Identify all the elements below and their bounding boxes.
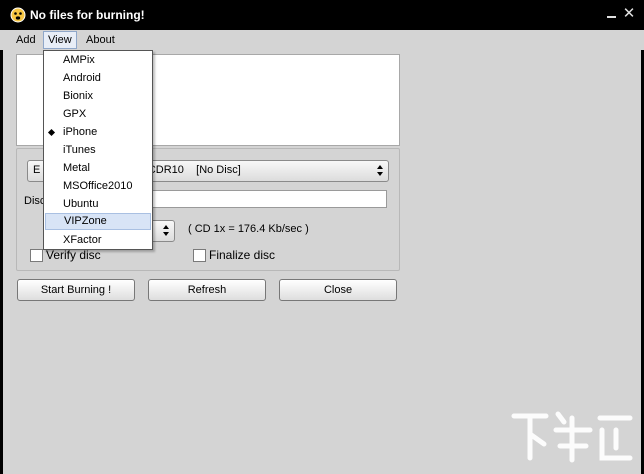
view-menu-item-ubuntu[interactable]: Ubuntu xyxy=(45,196,151,213)
verify-disc-label: Verify disc xyxy=(46,248,101,262)
menu-bar: Add View About xyxy=(0,30,644,50)
view-menu-item-metal[interactable]: Metal xyxy=(45,160,151,177)
view-menu-item-xfactor[interactable]: XFactor xyxy=(45,232,151,249)
menu-about[interactable]: About xyxy=(82,32,119,48)
finalize-disc-label: Finalize disc xyxy=(209,248,276,262)
minimize-button[interactable] xyxy=(604,6,620,22)
start-burning-button[interactable]: Start Burning ! xyxy=(17,279,135,301)
watermark-logo-icon xyxy=(511,411,633,463)
view-menu-item-gpx[interactable]: GPX xyxy=(45,106,151,123)
menu-view[interactable]: View xyxy=(43,31,77,49)
title-bar[interactable]: No files for burning! ✕ xyxy=(0,0,644,30)
spin-arrows-icon xyxy=(376,163,386,179)
view-menu-dropdown: AMPix Android Bionix GPX iPhone iTunes M… xyxy=(43,50,153,250)
view-menu-item-iphone[interactable]: iPhone xyxy=(45,124,151,141)
speed-note: ( CD 1x = 176.4 Kb/sec ) xyxy=(188,223,309,235)
view-menu-item-msoffice2010[interactable]: MSOffice2010 xyxy=(45,178,151,195)
close-window-button[interactable]: ✕ xyxy=(621,6,637,22)
verify-disc-checkbox[interactable] xyxy=(30,249,43,262)
window-border-left xyxy=(0,30,3,474)
window-title: No files for burning! xyxy=(30,8,145,22)
view-menu-item-android[interactable]: Android xyxy=(45,70,151,87)
view-menu-item-vipzone[interactable]: VIPZone xyxy=(45,213,151,230)
refresh-button[interactable]: Refresh xyxy=(148,279,266,301)
app-icon xyxy=(10,7,26,23)
view-menu-item-itunes[interactable]: iTunes xyxy=(45,142,151,159)
menu-add[interactable]: Add xyxy=(12,32,40,48)
view-menu-item-bionix[interactable]: Bionix xyxy=(45,88,151,105)
view-menu-item-ampix[interactable]: AMPix xyxy=(45,52,151,69)
close-icon: ✕ xyxy=(622,5,636,22)
checked-bullet-icon xyxy=(47,128,56,137)
spin-arrows-icon xyxy=(162,223,172,239)
minimize-icon xyxy=(607,16,616,18)
finalize-disc-checkbox[interactable] xyxy=(193,249,206,262)
close-button[interactable]: Close xyxy=(279,279,397,301)
